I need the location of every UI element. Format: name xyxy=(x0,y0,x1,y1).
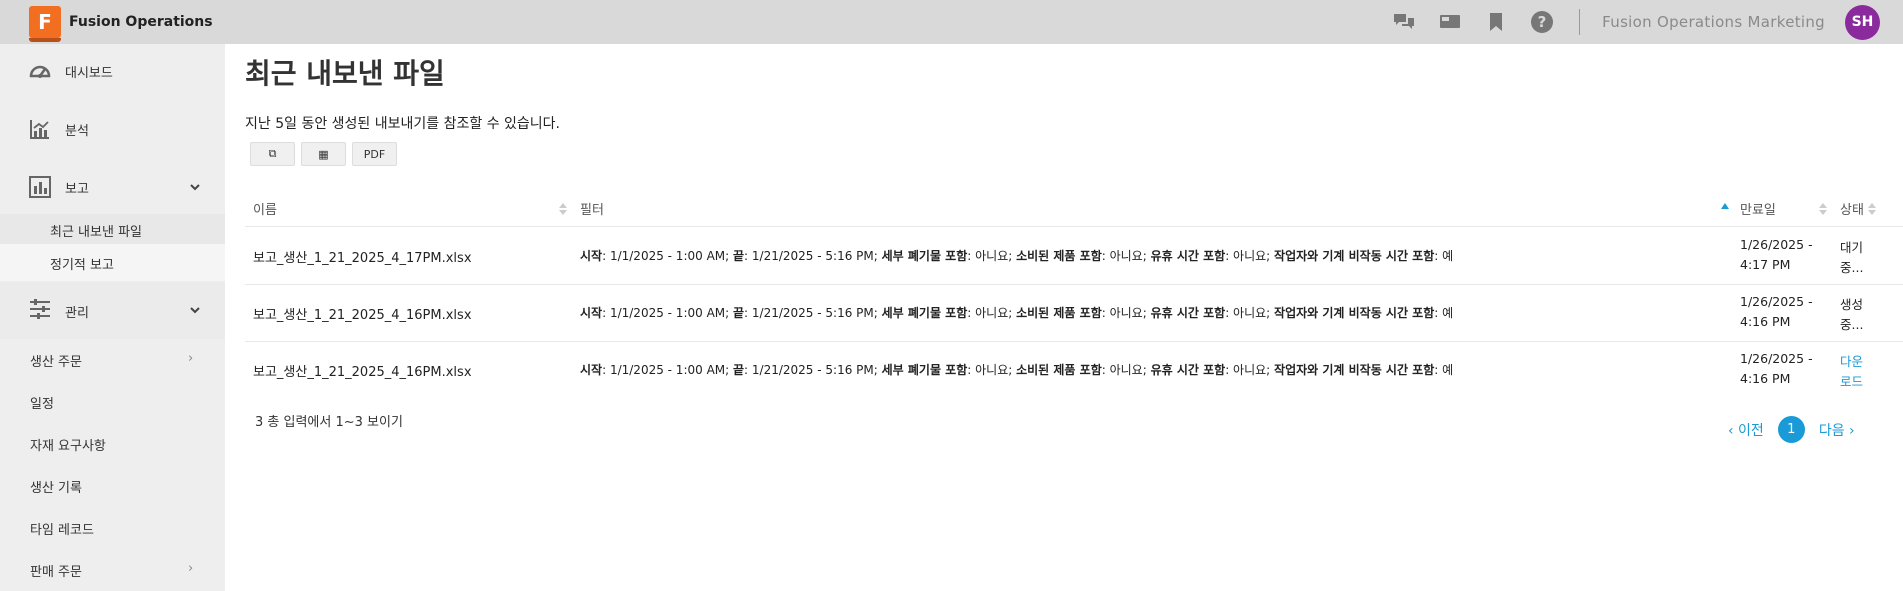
sidebar: 대시보드 분석 보고 최근 내보낸 파일 정기적 보고 관리 생산 주문 › 일… xyxy=(0,44,225,591)
sidebar-item-reports[interactable]: 보고 xyxy=(0,172,225,202)
sidebar-item-label: 대시보드 xyxy=(65,65,113,81)
video-icon[interactable] xyxy=(1437,9,1463,35)
chevron-down-icon xyxy=(190,307,200,314)
organization-name[interactable]: Fusion Operations Marketing xyxy=(1602,13,1825,31)
next-page-button[interactable]: 다음 › xyxy=(1819,420,1855,440)
reports-submenu: 최근 내보낸 파일 정기적 보고 xyxy=(0,214,225,281)
svg-text:?: ? xyxy=(1538,13,1547,31)
pagination: ‹ 이전 1 다음 › xyxy=(1728,416,1855,443)
filter-text: 시작: 1/1/2025 - 1:00 AM; 끝: 1/21/2025 - 5… xyxy=(580,306,1454,320)
sidebar-item-material-requirements[interactable]: 자재 요구사항 xyxy=(30,435,106,454)
app-logo[interactable]: F xyxy=(29,6,61,42)
sidebar-item-schedule[interactable]: 일정 xyxy=(30,393,54,412)
report-icon xyxy=(29,176,51,198)
filter-text: 시작: 1/1/2025 - 1:00 AM; 끝: 1/21/2025 - 5… xyxy=(580,249,1454,263)
expiry-date: 1/26/2025 - xyxy=(1740,237,1813,252)
top-bar: F Fusion Operations ? Fusion Operations … xyxy=(0,0,1903,44)
file-name[interactable]: 보고_생산_1_21_2025_4_16PM.xlsx xyxy=(253,361,472,380)
status-text: 생성 xyxy=(1840,297,1864,312)
column-header-label: 상태 xyxy=(1840,202,1864,218)
sidebar-item-label: 분석 xyxy=(65,123,89,139)
topbar-divider xyxy=(1579,9,1581,35)
sort-icon[interactable] xyxy=(1868,203,1876,215)
user-avatar[interactable]: SH xyxy=(1845,4,1880,40)
csv-button[interactable]: ▦ xyxy=(301,142,346,166)
sidebar-item-production-records[interactable]: 생산 기록 xyxy=(30,477,82,496)
filter-text: 시작: 1/1/2025 - 1:00 AM; 끝: 1/21/2025 - 5… xyxy=(580,363,1454,377)
column-header-filter[interactable]: 필터 xyxy=(580,193,1580,223)
copy-button[interactable]: ⧉ xyxy=(250,142,295,166)
status-text: 중... xyxy=(1840,317,1864,332)
gauge-icon xyxy=(29,65,51,78)
sort-ascending-icon[interactable] xyxy=(1721,203,1729,215)
sidebar-item-dashboard[interactable]: 대시보드 xyxy=(0,56,225,86)
main-content: 최근 내보낸 파일 지난 5일 동안 생성된 내보내기를 참조할 수 있습니다.… xyxy=(225,44,1903,591)
sidebar-item-time-records[interactable]: 타임 레코드 xyxy=(30,519,94,538)
file-name[interactable]: 보고_생산_1_21_2025_4_17PM.xlsx xyxy=(253,247,472,266)
expiry-time: 4:16 PM xyxy=(1740,314,1791,329)
sidebar-item-production-orders[interactable]: 생산 주문 xyxy=(30,351,82,370)
row-divider xyxy=(245,284,1903,285)
sliders-icon xyxy=(30,299,50,319)
sidebar-item-label: 보고 xyxy=(65,181,89,197)
chevron-down-icon xyxy=(190,184,200,191)
column-header-label: 만료일 xyxy=(1740,202,1776,218)
expiry-time: 4:17 PM xyxy=(1740,257,1791,272)
sidebar-item-label: 관리 xyxy=(65,306,89,321)
app-title[interactable]: Fusion Operations xyxy=(69,14,213,30)
column-header-expiry[interactable]: 만료일 xyxy=(1740,193,1820,223)
export-buttons: ⧉ ▦ PDF xyxy=(250,142,397,166)
chevron-right-icon: › xyxy=(188,561,194,576)
previous-page-button[interactable]: ‹ 이전 xyxy=(1728,420,1764,440)
expiry-date: 1/26/2025 - xyxy=(1740,351,1813,366)
download-link[interactable]: 로드 xyxy=(1840,371,1863,390)
current-page-button[interactable]: 1 xyxy=(1777,416,1805,443)
expiry-time: 4:16 PM xyxy=(1740,371,1791,386)
row-divider xyxy=(245,341,1903,342)
sidebar-item-sales-orders[interactable]: 판매 주문 xyxy=(30,561,82,580)
analytics-icon xyxy=(30,120,49,139)
bookmark-icon[interactable] xyxy=(1483,9,1509,35)
column-header-label: 필터 xyxy=(580,202,604,218)
sort-icon[interactable] xyxy=(559,203,567,215)
file-name[interactable]: 보고_생산_1_21_2025_4_16PM.xlsx xyxy=(253,304,472,323)
chevron-right-icon: › xyxy=(188,351,194,366)
download-link[interactable]: 다운 xyxy=(1840,351,1863,370)
chat-icon[interactable] xyxy=(1391,9,1417,35)
sidebar-subitem-recent-exports[interactable]: 최근 내보낸 파일 xyxy=(50,221,142,240)
page-subtitle: 지난 5일 동안 생성된 내보내기를 참조할 수 있습니다. xyxy=(245,116,560,132)
row-divider xyxy=(245,226,1903,227)
page-title: 최근 내보낸 파일 xyxy=(245,57,445,90)
status-text: 중... xyxy=(1840,260,1864,275)
top-right-actions: ? Fusion Operations Marketing SH xyxy=(1391,0,1903,44)
help-icon[interactable]: ? xyxy=(1529,9,1555,35)
sidebar-subitem-scheduled-reports[interactable]: 정기적 보고 xyxy=(50,254,114,273)
expiry-date: 1/26/2025 - xyxy=(1740,294,1813,309)
table-info: 3 총 입력에서 1~3 보이기 xyxy=(255,415,403,430)
sidebar-item-management[interactable]: 관리 xyxy=(0,282,225,339)
status-text: 대기 xyxy=(1840,240,1864,255)
pdf-button[interactable]: PDF xyxy=(352,142,397,166)
sidebar-item-analysis[interactable]: 분석 xyxy=(0,114,225,144)
column-header-label: 이름 xyxy=(253,202,277,218)
sort-icon[interactable] xyxy=(1819,203,1827,215)
